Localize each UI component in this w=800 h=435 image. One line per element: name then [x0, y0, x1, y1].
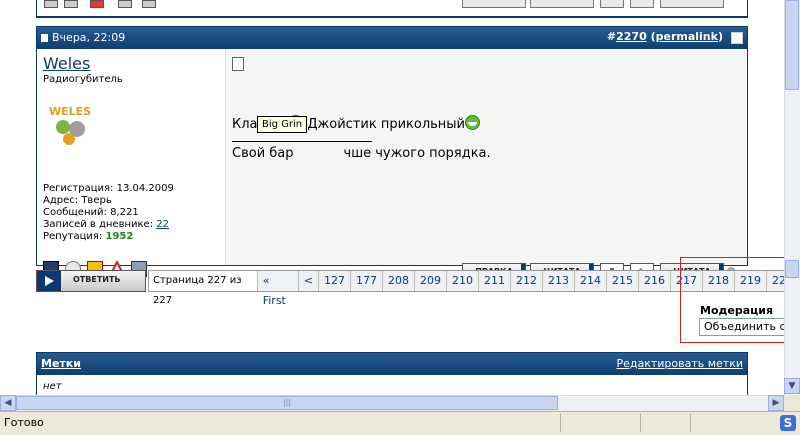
post-header: Вчера, 22:09 #2270 (permalink) — [37, 27, 747, 49]
avatar[interactable]: WELES — [47, 97, 93, 157]
reply-arrow-icon — [37, 271, 61, 291]
message-text-part2: Джойстик прикольный — [303, 117, 466, 132]
edit-tags-link[interactable]: Редактировать метки — [616, 357, 743, 370]
avatar-logo-text: WELES — [49, 105, 91, 118]
page-link[interactable]: 210 — [447, 271, 479, 291]
addr-value: Тверь — [81, 195, 112, 206]
status-divider — [690, 414, 691, 432]
diary-link[interactable]: 22 — [156, 219, 169, 230]
scroll-left-arrow-icon[interactable]: ◀ — [0, 395, 16, 411]
page-link[interactable]: 208 — [383, 271, 415, 291]
big-grin-smiley-icon[interactable] — [465, 115, 481, 130]
signature-text: Свой бар чше чужого порядка. — [232, 146, 491, 161]
page-link[interactable]: 213 — [543, 271, 575, 291]
page-link[interactable]: 212 — [511, 271, 543, 291]
user-title: Радиогубитель — [43, 74, 123, 85]
smiley-tooltip: Big Grin — [257, 116, 308, 133]
page-link[interactable]: 216 — [639, 271, 671, 291]
scroll-right-arrow-icon[interactable]: ▶ — [768, 395, 784, 411]
previous-edit-button[interactable] — [462, 0, 526, 8]
tags-title-link[interactable]: Метки — [41, 357, 81, 370]
post-number-link[interactable]: 2270 — [616, 30, 647, 43]
skype-icon[interactable]: S — [780, 415, 796, 431]
username-link[interactable]: Weles — [43, 54, 90, 73]
page-info: Страница 227 из 227 — [149, 271, 258, 306]
page-link[interactable]: 211 — [479, 271, 511, 291]
tags-box: Метки Редактировать метки нет — [36, 352, 748, 396]
page-link[interactable]: 127 — [319, 271, 351, 291]
prev-page-link[interactable]: < — [299, 271, 319, 291]
post-document-icon — [232, 57, 244, 71]
message-column: Классно Джойстик прикольный Свой барчше … — [225, 49, 747, 281]
permalink-link[interactable]: permalink — [656, 30, 718, 43]
scroll-down-arrow-icon[interactable]: ▼ — [784, 378, 800, 394]
msgs-label: Сообщений: — [43, 207, 107, 218]
user-stats: Регистрация: 13.04.2009 Адрес: Тверь Соо… — [43, 183, 174, 243]
horizontal-scroll-thumb[interactable]: ||| — [16, 396, 558, 410]
reply-button-label: ОТВЕТИТЬ — [73, 275, 121, 284]
reg-value: 13.04.2009 — [116, 183, 174, 194]
previous-quote2-button[interactable] — [660, 0, 724, 8]
reply-button[interactable]: ОТВЕТИТЬ — [36, 270, 146, 292]
post-status-icon — [41, 34, 48, 42]
previous-multiquote-button[interactable] — [600, 0, 624, 8]
post-date: Вчера, 22:09 — [41, 31, 125, 44]
previous-quick-reply-button[interactable] — [630, 0, 654, 8]
previous-post-icon[interactable] — [44, 0, 58, 8]
page-link[interactable]: 209 — [415, 271, 447, 291]
status-divider — [640, 414, 641, 432]
avatar-image: WELES — [47, 97, 93, 157]
page-link[interactable]: 177 — [351, 271, 383, 291]
tags-value: нет — [43, 381, 62, 392]
vertical-scroll-thumb-small[interactable] — [785, 260, 799, 278]
addr-label: Адрес: — [43, 195, 79, 206]
previous-post-icon[interactable] — [64, 0, 78, 8]
post-select-checkbox[interactable] — [731, 32, 743, 44]
previous-post-icon[interactable] — [90, 0, 104, 8]
status-divider — [560, 414, 561, 432]
status-bar: Готово S — [0, 411, 800, 435]
rep-value: 1952 — [105, 231, 134, 242]
msgs-value: 8,221 — [110, 207, 139, 218]
vertical-scroll-thumb[interactable] — [785, 0, 799, 90]
post-number-area: #2270 (permalink) — [606, 30, 723, 43]
previous-post-icon[interactable] — [142, 0, 156, 8]
signature-part1: Свой бар — [232, 146, 294, 161]
rep-label: Репутация: — [43, 231, 103, 242]
previous-quote-button[interactable] — [530, 0, 594, 8]
signature-divider — [232, 141, 372, 142]
tags-header: Метки Редактировать метки — [37, 353, 747, 375]
first-page-link[interactable]: « First — [258, 271, 299, 307]
scroll-corner — [784, 395, 800, 411]
status-text: Готово — [4, 416, 44, 429]
user-info-column: Weles Радиогубитель WELES Регистрация: 1… — [37, 49, 223, 277]
highlight-box — [680, 257, 798, 343]
signature-part2: чше чужого порядка. — [343, 146, 491, 161]
reg-label: Регистрация: — [43, 183, 114, 194]
previous-post-icon[interactable] — [118, 0, 132, 8]
page-link[interactable]: 215 — [607, 271, 639, 291]
page-link[interactable]: 214 — [575, 271, 607, 291]
diary-label: Записей в дневнике: — [43, 219, 154, 230]
post-container: Вчера, 22:09 #2270 (permalink) Weles Рад… — [36, 26, 748, 281]
